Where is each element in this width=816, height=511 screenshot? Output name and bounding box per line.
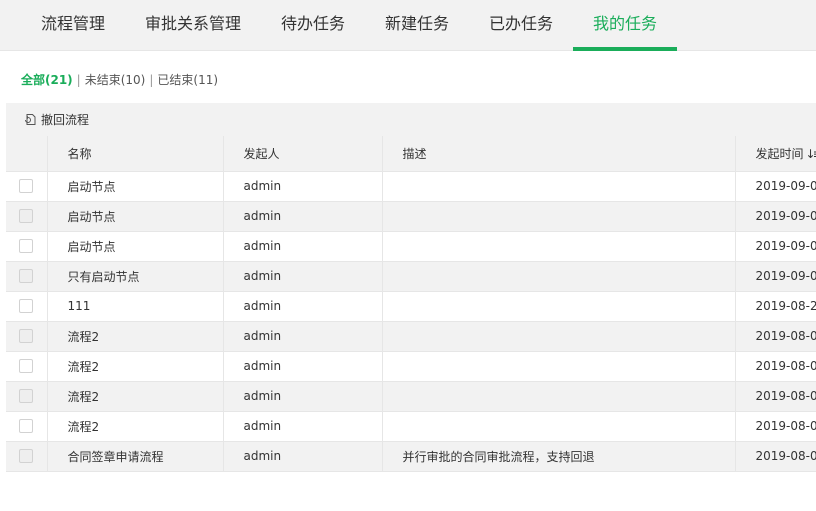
table-row[interactable]: 启动节点admin 2019-09-05 (6, 171, 816, 202)
row-checkbox[interactable] (19, 389, 34, 404)
cell-start-time: 2019-09-04 (735, 261, 816, 292)
cell-initiator: admin (223, 291, 383, 322)
row-checkbox[interactable] (19, 269, 34, 284)
cell-initiator: admin (223, 261, 383, 292)
filter-unfinished[interactable]: 未结束(10) (85, 73, 146, 87)
status-filter-bar: 全部(21) | 未结束(10) | 已结束(11) (21, 71, 218, 88)
cell-name: 111 (47, 291, 224, 322)
cell-description (382, 351, 736, 382)
cell-description (382, 291, 736, 322)
tab-process-management[interactable]: 流程管理 (24, 0, 122, 51)
cell-description (382, 411, 736, 442)
row-checkbox-cell (6, 351, 48, 382)
cell-start-time: 2019-08-02 (735, 321, 816, 352)
cell-start-time: 2019-08-02 (735, 381, 816, 412)
row-checkbox-cell (6, 291, 48, 322)
cell-start-time: 2019-08-02 (735, 411, 816, 442)
column-header-start-time[interactable]: 发起时间↓≡ (735, 136, 816, 172)
row-checkbox[interactable] (19, 449, 34, 464)
active-tab-indicator (573, 47, 677, 51)
header-checkbox-cell (6, 136, 48, 172)
tab-my-tasks[interactable]: 我的任务 (573, 0, 677, 51)
cell-start-time: 2019-09-05 (735, 231, 816, 262)
cell-name: 只有启动节点 (47, 261, 224, 292)
cell-initiator: admin (223, 201, 383, 232)
row-checkbox-cell (6, 201, 48, 232)
cell-description (382, 201, 736, 232)
cell-initiator: admin (223, 321, 383, 352)
table-row[interactable]: 启动节点admin 2019-09-05 (6, 231, 816, 262)
table-row[interactable]: 合同签章申请流程admin并行审批的合同审批流程，支持回退2019-08-02 (6, 441, 816, 472)
cell-initiator: admin (223, 231, 383, 262)
row-checkbox[interactable] (19, 239, 34, 254)
row-checkbox-cell (6, 381, 48, 412)
cell-start-time: 2019-09-05 (735, 171, 816, 202)
cell-initiator: admin (223, 441, 383, 472)
row-checkbox[interactable] (19, 419, 34, 434)
cell-description (382, 381, 736, 412)
cell-name: 启动节点 (47, 231, 224, 262)
revoke-process-button[interactable]: 撤回流程 (24, 110, 89, 130)
start-time-label: 发起时间 (755, 146, 804, 161)
table-row[interactable]: 流程2admin 2019-08-02 (6, 351, 816, 382)
column-header-name: 名称 (47, 136, 224, 172)
filter-all[interactable]: 全部(21) (21, 73, 73, 87)
revoke-document-icon (25, 114, 36, 125)
table-row[interactable]: 只有启动节点admin 2019-09-04 (6, 261, 816, 292)
tab-done-tasks[interactable]: 已办任务 (472, 0, 570, 51)
cell-name: 流程2 (47, 321, 224, 352)
my-tasks-table: 名称 发起人 描述 发起时间↓≡ 启动节点admin2019-09-05启动节点… (6, 136, 816, 472)
cell-name: 流程2 (47, 381, 224, 412)
cell-start-time: 2019-08-26 (735, 291, 816, 322)
cell-description (382, 321, 736, 352)
cell-name: 流程2 (47, 351, 224, 382)
cell-description (382, 231, 736, 262)
cell-name: 启动节点 (47, 201, 224, 232)
row-checkbox-cell (6, 231, 48, 262)
column-header-description: 描述 (382, 136, 736, 172)
filter-separator: | (76, 73, 81, 87)
tab-new-task[interactable]: 新建任务 (368, 0, 466, 51)
cell-initiator: admin (223, 171, 383, 202)
row-checkbox[interactable] (19, 359, 34, 374)
column-header-initiator: 发起人 (223, 136, 383, 172)
revoke-process-label: 撤回流程 (41, 113, 90, 127)
cell-name: 启动节点 (47, 171, 224, 202)
cell-description (382, 171, 736, 202)
cell-description (382, 261, 736, 292)
table-row[interactable]: 流程2admin 2019-08-02 (6, 381, 816, 412)
row-checkbox[interactable] (19, 329, 34, 344)
cell-initiator: admin (223, 381, 383, 412)
row-checkbox[interactable] (19, 299, 34, 314)
cell-initiator: admin (223, 351, 383, 382)
tab-bar: 流程管理 审批关系管理 待办任务 新建任务 已办任务 我的任务 (0, 0, 816, 51)
cell-name: 合同签章申请流程 (47, 441, 224, 472)
row-checkbox[interactable] (19, 209, 34, 224)
row-checkbox-cell (6, 171, 48, 202)
row-checkbox[interactable] (19, 179, 34, 194)
cell-initiator: admin (223, 411, 383, 442)
table-header-row: 名称 发起人 描述 发起时间↓≡ (6, 136, 816, 172)
tab-pending-tasks[interactable]: 待办任务 (264, 0, 362, 51)
cell-description: 并行审批的合同审批流程，支持回退 (382, 441, 736, 472)
row-checkbox-cell (6, 261, 48, 292)
table-row[interactable]: 启动节点admin 2019-09-05 (6, 201, 816, 232)
cell-start-time: 2019-08-02 (735, 351, 816, 382)
table-row[interactable]: 流程2admin 2019-08-02 (6, 411, 816, 442)
row-checkbox-cell (6, 441, 48, 472)
table-toolbar: 撤回流程 (6, 103, 816, 136)
table-row[interactable]: 111admin 2019-08-26 (6, 291, 816, 322)
sort-icon[interactable]: ↓≡ (806, 147, 816, 161)
cell-name: 流程2 (47, 411, 224, 442)
cell-start-time: 2019-08-02 (735, 441, 816, 472)
table-row[interactable]: 流程2admin 2019-08-02 (6, 321, 816, 352)
filter-finished[interactable]: 已结束(11) (157, 73, 218, 87)
cell-start-time: 2019-09-05 (735, 201, 816, 232)
tab-approval-relation-management[interactable]: 审批关系管理 (134, 0, 252, 51)
row-checkbox-cell (6, 321, 48, 352)
row-checkbox-cell (6, 411, 48, 442)
filter-separator: | (149, 73, 154, 87)
